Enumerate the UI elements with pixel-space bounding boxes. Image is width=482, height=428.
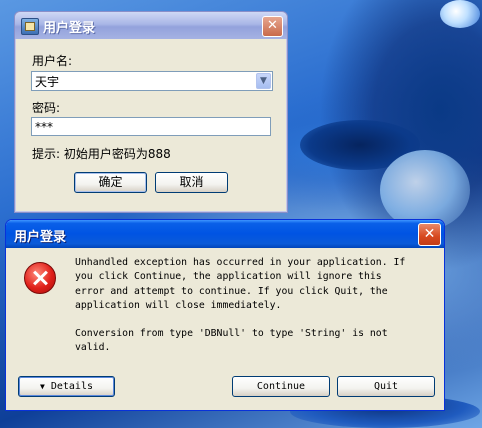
username-label: 用户名: [32, 54, 73, 68]
cancel-button[interactable]: 取消 [155, 172, 228, 193]
error-dialog: 用户登录 ✕ Unhandled exception has occurred … [5, 219, 445, 411]
error-message: Unhandled exception has occurred in your… [75, 256, 420, 356]
wallpaper-shadow [300, 120, 420, 170]
error-dialog-title: 用户登录 [14, 230, 67, 245]
message-line: error and attempt to continue. If you cl… [75, 285, 388, 297]
wallpaper-splash [380, 150, 470, 230]
chevron-down-icon[interactable]: ▼ [256, 73, 271, 89]
login-window: 用户登录 ✕ 用户名: 天宇 ▼ 密码: *** 提示: 初始用户密码为888 … [14, 11, 288, 213]
message-line: you click Continue, the application will… [75, 271, 382, 283]
login-window-title: 用户登录 [43, 21, 96, 36]
password-field[interactable]: *** [31, 117, 271, 136]
login-close-button[interactable]: ✕ [262, 16, 283, 37]
message-line: valid. [75, 342, 111, 354]
details-label: Details [50, 381, 93, 392]
quit-button[interactable]: Quit [337, 376, 435, 397]
error-message-paragraph-1: Unhandled exception has occurred in your… [75, 256, 420, 313]
error-close-button[interactable]: ✕ [418, 223, 441, 246]
message-line: application will close immediately. [75, 299, 282, 311]
continue-button[interactable]: Continue [232, 376, 330, 397]
password-hint: 提示: 初始用户密码为888 [32, 147, 171, 161]
app-icon [21, 18, 39, 35]
details-button[interactable]: ▼ Details [18, 376, 115, 397]
error-message-paragraph-2: Conversion from type 'DBNull' to type 'S… [75, 327, 420, 356]
wallpaper-highlight [440, 0, 480, 28]
error-titlebar[interactable]: 用户登录 ✕ [6, 220, 444, 248]
message-line: Unhandled exception has occurred in your… [75, 257, 406, 268]
login-titlebar[interactable]: 用户登录 ✕ [15, 12, 287, 39]
chevron-down-icon: ▼ [39, 382, 45, 391]
username-combobox[interactable]: 天宇 ▼ [31, 71, 273, 91]
error-icon [24, 262, 56, 294]
ok-button[interactable]: 确定 [74, 172, 147, 193]
password-label: 密码: [32, 101, 61, 115]
username-value: 天宇 [35, 75, 60, 89]
message-line: Conversion from type 'DBNull' to type 'S… [75, 328, 388, 340]
